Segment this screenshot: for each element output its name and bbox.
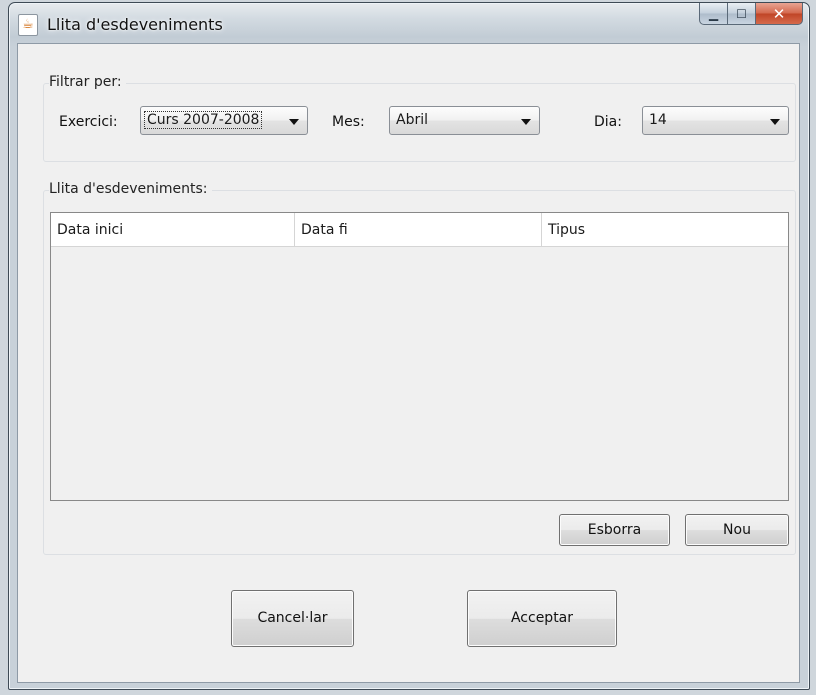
accept-button[interactable]: Acceptar: [467, 590, 617, 647]
events-group: Data inici Data fi Tipus Esborra Nou: [43, 190, 796, 555]
java-app-icon: ☕: [18, 14, 38, 36]
exercici-value: Curs 2007-2008: [144, 111, 263, 129]
dia-value: 14: [649, 112, 667, 128]
column-header-data-fi[interactable]: Data fi: [295, 213, 542, 246]
chevron-down-icon: [770, 119, 780, 125]
filter-group-label: Filtrar per:: [49, 74, 126, 90]
events-table[interactable]: Data inici Data fi Tipus: [50, 212, 789, 501]
mes-label: Mes:: [332, 114, 365, 130]
maximize-icon: ☐: [736, 6, 747, 21]
column-header-data-inici[interactable]: Data inici: [51, 213, 295, 246]
minimize-button[interactable]: ▁: [699, 3, 728, 25]
new-button[interactable]: Nou: [685, 514, 789, 546]
dia-select[interactable]: 14: [642, 106, 789, 135]
column-header-tipus[interactable]: Tipus: [542, 213, 788, 246]
window-controls: ▁ ☐ ✕: [699, 3, 803, 25]
dia-label: Dia:: [594, 114, 622, 130]
mes-value: Abril: [396, 112, 428, 128]
events-group-label: Llita d'esdeveniments:: [49, 181, 212, 197]
close-icon: ✕: [772, 4, 786, 23]
window-title: Llita d'esdeveniments: [47, 15, 223, 34]
dialog-content: Filtrar per: Exercici: Curs 2007-2008 Me…: [17, 43, 800, 683]
table-header: Data inici Data fi Tipus: [51, 213, 788, 247]
chevron-down-icon: [289, 119, 299, 125]
dialog-window: ☕ Llita d'esdeveniments ▁ ☐ ✕ Filtrar pe…: [8, 2, 810, 690]
delete-button[interactable]: Esborra: [559, 514, 670, 546]
title-bar[interactable]: ☕ Llita d'esdeveniments ▁ ☐ ✕: [9, 3, 809, 47]
chevron-down-icon: [521, 119, 531, 125]
close-button[interactable]: ✕: [756, 3, 803, 25]
exercici-label: Exercici:: [59, 114, 118, 130]
mes-select[interactable]: Abril: [389, 106, 540, 135]
maximize-button[interactable]: ☐: [728, 3, 756, 25]
cancel-button[interactable]: Cancel·lar: [231, 590, 354, 647]
minimize-icon: ▁: [708, 6, 719, 21]
exercici-select[interactable]: Curs 2007-2008: [140, 106, 308, 135]
